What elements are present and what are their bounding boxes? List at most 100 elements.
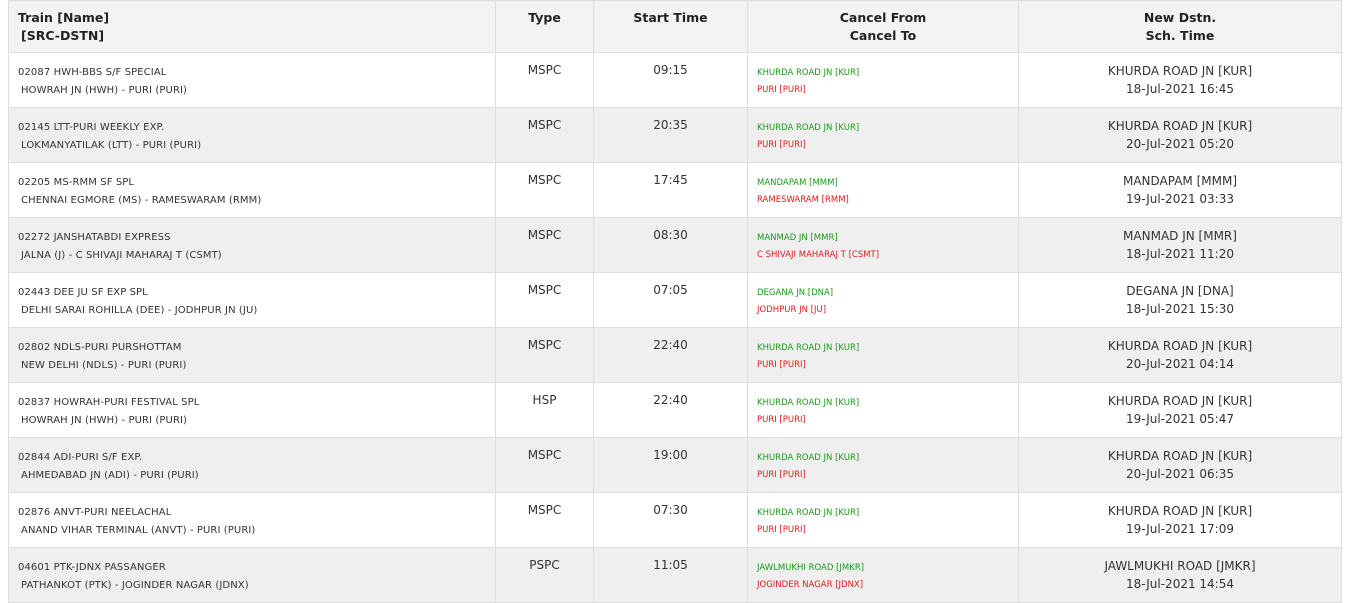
train-route: HOWRAH JN (HWH) - PURI (PURI)	[21, 415, 188, 426]
cancel-to: PURI [PURI]	[757, 360, 806, 370]
train-route: PATHANKOT (PTK) - JOGINDER NAGAR (JDNX)	[21, 580, 249, 591]
train-route: DELHI SARAI ROHILLA (DEE) - JODHPUR JN (…	[21, 305, 258, 316]
column-header-cancel[interactable]: Cancel From Cancel To	[747, 0, 1019, 53]
new-destination: JAWLMUKHI ROAD [JMKR]	[1104, 559, 1256, 573]
table-row[interactable]: 02087 HWH-BBS S/F SPECIAL HOWRAH JN (HWH)…	[8, 52, 1342, 108]
column-header-start-time[interactable]: Start Time	[593, 0, 748, 53]
train-name: 02087 HWH-BBS S/F SPECIAL	[18, 67, 167, 78]
new-destination: MANDAPAM [MMM]	[1122, 174, 1238, 188]
train-cell: 04601 PTK-JDNX PASSANGER PATHANKOT (PTK) …	[8, 547, 496, 603]
train-type: HSP	[495, 382, 594, 438]
table-header-row: Train [Name] [SRC-DSTN] Type Start Time …	[8, 0, 1342, 53]
train-name: 02802 NDLS-PURI PURSHOTTAM	[18, 342, 182, 353]
start-time: 07:05	[593, 272, 748, 328]
new-destination-cell: MANMAD JN [MMR] 18-Jul-2021 11:20	[1018, 217, 1342, 273]
new-destination: DEGANA JN [DNA]	[1126, 284, 1234, 298]
train-name: 02837 HOWRAH-PURI FESTIVAL SPL	[18, 397, 200, 408]
cancelled-trains-table-wrapper: Train [Name] [SRC-DSTN] Type Start Time …	[8, 0, 1342, 603]
table-row[interactable]: 02802 NDLS-PURI PURSHOTTAM NEW DELHI (NDL…	[8, 327, 1342, 383]
scheduled-time: 19-Jul-2021 05:47	[1125, 412, 1234, 426]
train-route: LOKMANYATILAK (LTT) - PURI (PURI)	[21, 140, 202, 151]
train-type: MSPC	[495, 162, 594, 218]
column-header-type[interactable]: Type	[495, 0, 594, 53]
column-header-train-label: Train [Name]	[18, 10, 110, 25]
train-cell: 02145 LTT-PURI WEEKLY EXP. LOKMANYATILAK …	[8, 107, 496, 163]
table-row[interactable]: 02145 LTT-PURI WEEKLY EXP. LOKMANYATILAK …	[8, 107, 1342, 163]
cancel-from: KHURDA ROAD JN [KUR]	[757, 123, 860, 133]
train-cell: 02087 HWH-BBS S/F SPECIAL HOWRAH JN (HWH)…	[8, 52, 496, 108]
new-destination-cell: DEGANA JN [DNA] 18-Jul-2021 15:30	[1018, 272, 1342, 328]
table-header: Train [Name] [SRC-DSTN] Type Start Time …	[8, 0, 1342, 53]
train-type: MSPC	[495, 327, 594, 383]
column-header-new-destination-label: New Dstn.	[1143, 10, 1217, 25]
table-row[interactable]: 04601 PTK-JDNX PASSANGER PATHANKOT (PTK) …	[8, 547, 1342, 603]
train-cell: 02844 ADI-PURI S/F EXP. AHMEDABAD JN (ADI…	[8, 437, 496, 493]
table-row[interactable]: 02844 ADI-PURI S/F EXP. AHMEDABAD JN (ADI…	[8, 437, 1342, 493]
new-destination-cell: KHURDA ROAD JN [KUR] 19-Jul-2021 17:09	[1018, 492, 1342, 548]
train-route: NEW DELHI (NDLS) - PURI (PURI)	[21, 360, 187, 371]
scheduled-time: 20-Jul-2021 05:20	[1125, 137, 1234, 151]
cancel-cell: KHURDA ROAD JN [KUR] PURI [PURI]	[747, 492, 1019, 548]
table-row[interactable]: 02443 DEE JU SF EXP SPL DELHI SARAI ROHIL…	[8, 272, 1342, 328]
train-name: 04601 PTK-JDNX PASSANGER	[18, 562, 166, 573]
train-route: JALNA (J) - C SHIVAJI MAHARAJ T (CSMT)	[21, 250, 222, 261]
train-cell: 02837 HOWRAH-PURI FESTIVAL SPL HOWRAH JN …	[8, 382, 496, 438]
train-route: CHENNAI EGMORE (MS) - RAMESWARAM (RMM)	[21, 195, 262, 206]
column-header-type-label: Type	[528, 10, 561, 25]
cancel-to: PURI [PURI]	[757, 140, 806, 150]
train-cell: 02272 JANSHATABDI EXPRESS JALNA (J) - C S…	[8, 217, 496, 273]
start-time: 17:45	[593, 162, 748, 218]
cancel-to: RAMESWARAM [RMM]	[757, 195, 849, 205]
train-type: MSPC	[495, 272, 594, 328]
train-name: 02876 ANVT-PURI NEELACHAL	[18, 507, 172, 518]
table-row[interactable]: 02837 HOWRAH-PURI FESTIVAL SPL HOWRAH JN …	[8, 382, 1342, 438]
cancel-cell: KHURDA ROAD JN [KUR] PURI [PURI]	[747, 107, 1019, 163]
column-header-sch-time-label: Sch. Time	[1145, 28, 1215, 43]
train-type: MSPC	[495, 107, 594, 163]
cancel-from: MANMAD JN [MMR]	[757, 233, 838, 243]
table-row[interactable]: 02876 ANVT-PURI NEELACHAL ANAND VIHAR TER…	[8, 492, 1342, 548]
new-destination-cell: MANDAPAM [MMM] 19-Jul-2021 03:33	[1018, 162, 1342, 218]
scheduled-time: 18-Jul-2021 15:30	[1125, 302, 1234, 316]
cancel-cell: MANDAPAM [MMM] RAMESWARAM [RMM]	[747, 162, 1019, 218]
cancel-from: KHURDA ROAD JN [KUR]	[757, 68, 860, 78]
column-header-cancel-from-label: Cancel From	[839, 10, 927, 25]
cancel-cell: DEGANA JN [DNA] JODHPUR JN [JU]	[747, 272, 1019, 328]
cancel-from: DEGANA JN [DNA]	[757, 288, 834, 298]
table-row[interactable]: 02205 MS-RMM SF SPL CHENNAI EGMORE (MS) -…	[8, 162, 1342, 218]
new-destination-cell: KHURDA ROAD JN [KUR] 20-Jul-2021 05:20	[1018, 107, 1342, 163]
start-time: 11:05	[593, 547, 748, 603]
new-destination: KHURDA ROAD JN [KUR]	[1107, 339, 1253, 353]
train-cell: 02205 MS-RMM SF SPL CHENNAI EGMORE (MS) -…	[8, 162, 496, 218]
cancel-from: JAWLMUKHI ROAD [JMKR]	[757, 563, 865, 573]
column-header-new-destination[interactable]: New Dstn. Sch. Time	[1018, 0, 1342, 53]
train-route: ANAND VIHAR TERMINAL (ANVT) - PURI (PURI…	[21, 525, 256, 536]
scheduled-time: 19-Jul-2021 17:09	[1125, 522, 1234, 536]
cancelled-trains-table: Train [Name] [SRC-DSTN] Type Start Time …	[8, 0, 1342, 603]
new-destination-cell: JAWLMUKHI ROAD [JMKR] 18-Jul-2021 14:54	[1018, 547, 1342, 603]
column-header-train[interactable]: Train [Name] [SRC-DSTN]	[8, 0, 496, 53]
scheduled-time: 18-Jul-2021 11:20	[1125, 247, 1234, 261]
column-header-cancel-to-label: Cancel To	[849, 28, 917, 43]
new-destination: KHURDA ROAD JN [KUR]	[1107, 64, 1253, 78]
train-cell: 02443 DEE JU SF EXP SPL DELHI SARAI ROHIL…	[8, 272, 496, 328]
train-type: MSPC	[495, 217, 594, 273]
cancel-to: PURI [PURI]	[757, 85, 806, 95]
cancel-to: PURI [PURI]	[757, 470, 806, 480]
cancel-cell: KHURDA ROAD JN [KUR] PURI [PURI]	[747, 382, 1019, 438]
table-body: 02087 HWH-BBS S/F SPECIAL HOWRAH JN (HWH)…	[8, 52, 1342, 603]
cancel-to: C SHIVAJI MAHARAJ T [CSMT]	[757, 250, 880, 260]
start-time: 22:40	[593, 382, 748, 438]
cancel-from: KHURDA ROAD JN [KUR]	[757, 343, 860, 353]
train-route: AHMEDABAD JN (ADI) - PURI (PURI)	[21, 470, 199, 481]
scheduled-time: 19-Jul-2021 03:33	[1125, 192, 1234, 206]
start-time: 08:30	[593, 217, 748, 273]
column-header-start-time-label: Start Time	[633, 10, 708, 25]
new-destination-cell: KHURDA ROAD JN [KUR] 20-Jul-2021 06:35	[1018, 437, 1342, 493]
train-name: 02205 MS-RMM SF SPL	[18, 177, 135, 188]
cancel-cell: JAWLMUKHI ROAD [JMKR] JOGINDER NAGAR [JDN…	[747, 547, 1019, 603]
scheduled-time: 18-Jul-2021 14:54	[1125, 577, 1234, 591]
train-type: MSPC	[495, 437, 594, 493]
new-destination-cell: KHURDA ROAD JN [KUR] 18-Jul-2021 16:45	[1018, 52, 1342, 108]
table-row[interactable]: 02272 JANSHATABDI EXPRESS JALNA (J) - C S…	[8, 217, 1342, 273]
